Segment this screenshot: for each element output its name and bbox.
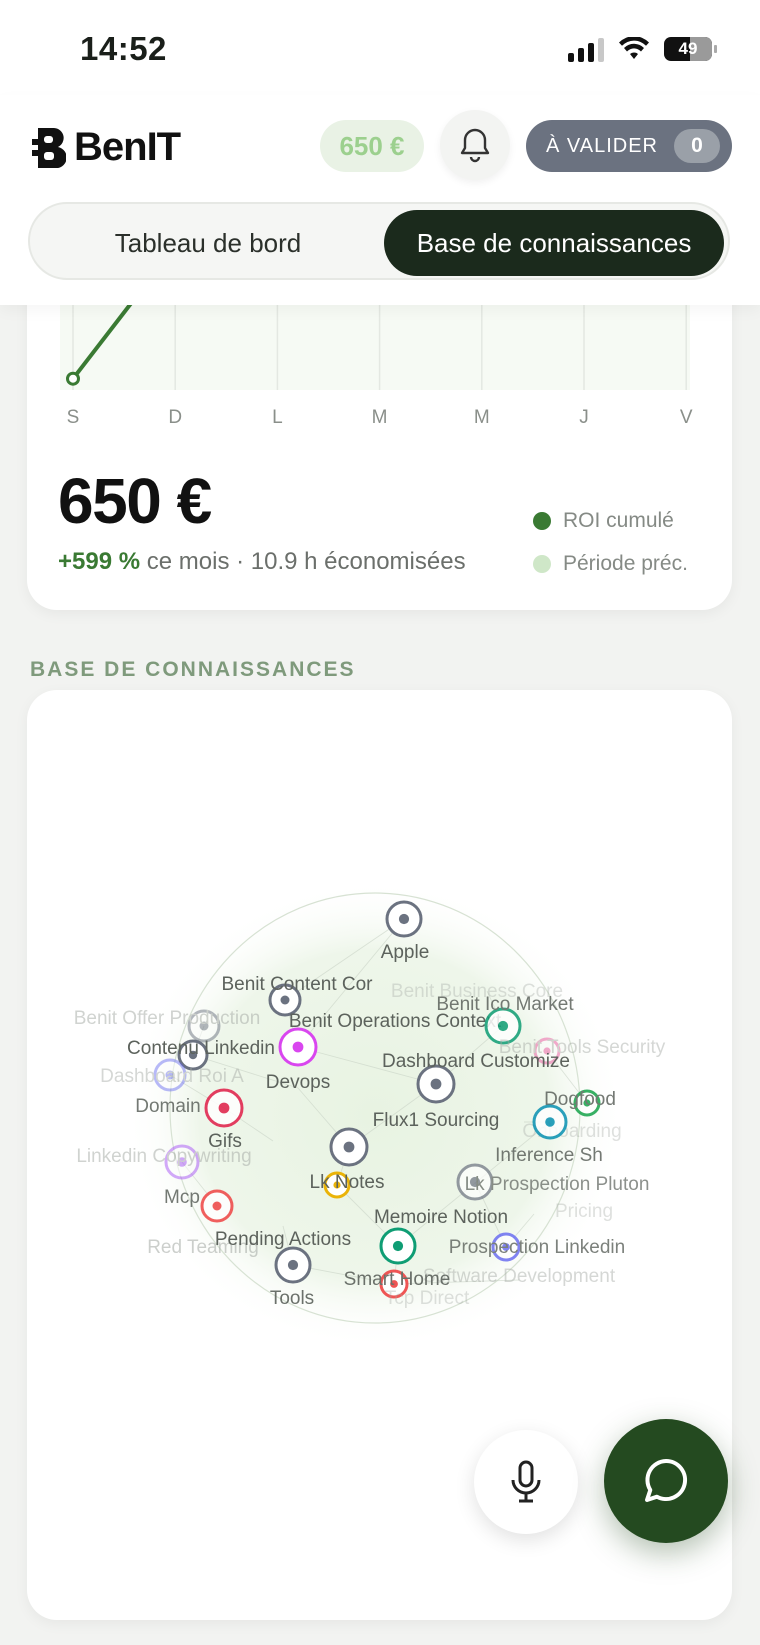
graph-node-label: Smart Home [344,1269,451,1290]
graph-node-dot [287,1259,299,1271]
balance-pill[interactable]: 650 € [320,120,424,172]
graph-node-label: Lk Notes [310,1172,385,1193]
to-validate-count: 0 [674,129,720,163]
graph-node-label: Apple [381,942,430,963]
legend-label: ROI cumulé [563,509,674,532]
graph-node-label: Inference Sh [495,1145,603,1166]
graph-node-dot [343,1141,355,1153]
x-tick-label: D [168,407,183,428]
graph-node-dot [398,913,410,925]
x-tick-label: L [272,407,283,428]
tab-knowledge-base[interactable]: Base de connaissances [384,210,724,276]
section-title-knowledge: BASE DE CONNAISSANCES [30,658,356,681]
graph-node-label: Pricing [555,1201,613,1222]
graph-node[interactable]: Software Development [423,1266,616,1287]
legend-item-cumulative: ROI cumulé [533,509,674,533]
roi-subline: +599 % ce mois · 10.9 h économisées [58,548,466,576]
to-validate-button[interactable]: À VALIDER 0 [526,120,732,172]
graph-node-label: Dashboard Customize [382,1051,570,1072]
graph-node-label: Linkedin Copywriting [76,1146,251,1167]
graph-node[interactable]: Tools [270,1288,314,1309]
app-logo[interactable]: BenIT [32,125,181,170]
voice-input-button[interactable] [474,1430,578,1534]
legend-dot [533,512,551,530]
graph-node-label: Benit Offer Production [74,1008,261,1029]
graph-node-label: Mcp [164,1187,200,1208]
wifi-icon [619,37,649,59]
graph-node-dot [430,1078,442,1090]
legend-item-previous: Période préc. [533,552,688,576]
graph-node-label: Tools [270,1288,314,1309]
graph-node-label: Dashboard Roi A [100,1066,244,1087]
graph-node-label: Benit Content Cor [221,974,373,995]
graph-node[interactable]: Pricing [555,1201,613,1222]
data-point [66,371,80,386]
graph-node-dot [292,1041,304,1053]
tab-dashboard[interactable]: Tableau de bord [38,210,378,276]
graph-node[interactable]: Prospection Linkedin [449,1232,625,1262]
graph-node-dot [218,1102,230,1114]
graph-node-label: Contenu Linkedin [127,1038,275,1059]
roi-amount: 650 € [58,465,212,537]
graph-node[interactable]: Devops [266,1072,330,1093]
roi-delta-suffix: ce mois · 10.9 h économisées [146,548,466,575]
graph-node-dot [497,1020,509,1032]
legend-dot [533,555,551,573]
chat-button[interactable] [604,1419,728,1543]
status-bar: 14:52 49 [0,0,760,95]
main-tabs: Tableau de bord Base de connaissances [28,202,730,280]
microphone-icon [511,1460,541,1503]
graph-node-label: Memoire Notion [374,1207,508,1228]
x-tick-label: M [473,407,490,428]
graph-node-label: Tcp Direct [385,1288,470,1309]
roi-line-chart [60,295,690,390]
chart-plot-area [60,295,690,390]
chat-bubble-icon [645,1458,688,1502]
x-tick-label: J [579,407,589,428]
notifications-button[interactable] [440,110,510,180]
graph-node-label: Software Development [423,1266,616,1287]
cellular-signal-icon [568,36,604,62]
legend-label: Période préc. [563,552,688,575]
x-tick-label: M [371,407,388,428]
x-tick-label: V [679,407,693,428]
graph-node-label: Benit Ico Market [436,994,574,1015]
graph-node-label: Prospection Linkedin [449,1237,625,1258]
bell-icon [460,128,490,163]
roi-delta: +599 % [58,548,141,575]
battery-level: 49 [678,39,698,58]
graph-node-label: Pending Actions [215,1229,351,1250]
graph-node-label: Domain [135,1096,200,1117]
graph-node-label: Flux1 Sourcing [373,1110,500,1131]
status-time: 14:52 [80,30,167,67]
graph-node-dot [280,995,290,1005]
battery-icon: 49 [664,37,717,61]
graph-node-dot [212,1201,222,1211]
app-name: BenIT [74,125,181,169]
graph-node[interactable]: Tcp Direct [385,1288,470,1309]
to-validate-label: À VALIDER [546,134,658,157]
benit-logo-icon [32,127,66,168]
graph-node-label: Devops [266,1072,330,1093]
graph-node-dot [392,1240,404,1252]
app-header: BenIT 650 € À VALIDER 0 Tableau de bord … [0,95,760,305]
graph-node-dot [545,1117,555,1127]
status-icons: 49 [568,36,717,62]
x-tick-label: S [66,407,80,428]
graph-node-label: Lk Prospection Pluton [465,1174,650,1195]
